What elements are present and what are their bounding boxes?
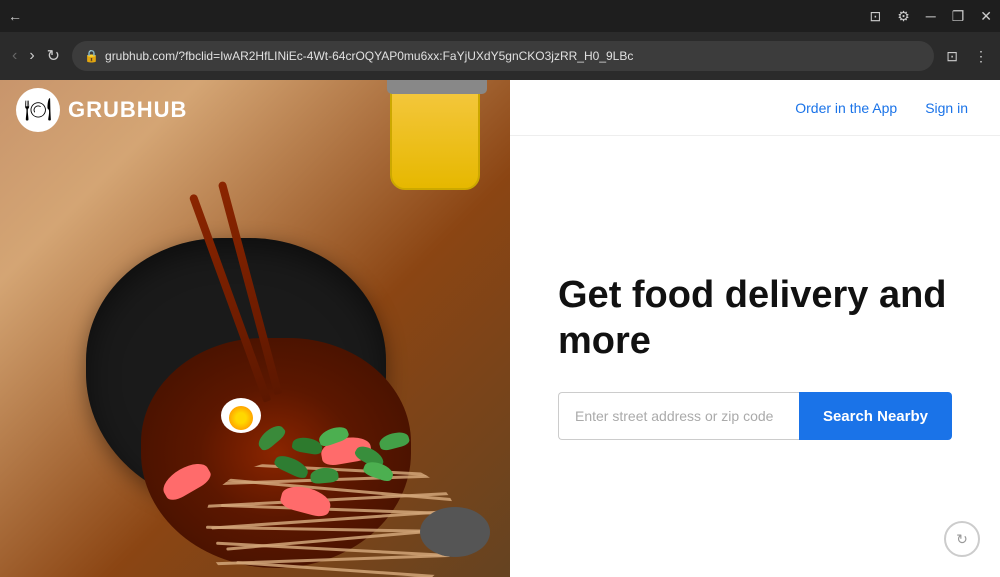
grubhub-logo-icon: 🍽: [16, 88, 60, 132]
main-content: 🍽 GRUBHUB Order in the App Sign in Get f…: [0, 80, 1000, 577]
refresh-button[interactable]: ↻: [43, 42, 64, 70]
cilantro: [241, 428, 421, 528]
scroll-hint[interactable]: ↻: [944, 521, 980, 557]
hero-title: Get food delivery and more: [558, 273, 952, 364]
sign-in-link[interactable]: Sign in: [925, 100, 968, 116]
top-nav: Order in the App Sign in: [510, 80, 1000, 136]
search-row: Search Nearby: [558, 392, 952, 440]
search-nearby-button[interactable]: Search Nearby: [799, 392, 952, 440]
egg-yolk: [229, 406, 253, 430]
titlebar-left: ←: [8, 8, 22, 24]
browser-address-bar[interactable]: 🔒 grubhub.com/?fbclid=IwAR2HfLINiEc-4Wt-…: [72, 41, 934, 71]
minimize-button[interactable]: ─: [926, 8, 936, 24]
forward-button[interactable]: ›: [25, 43, 38, 69]
address-input[interactable]: [558, 392, 799, 440]
lock-icon: 🔒: [84, 49, 99, 63]
cup-lid: [387, 80, 487, 94]
more-button[interactable]: ⋮: [970, 44, 992, 69]
bowl-container: [46, 158, 426, 538]
browser-extras: ⊡ ⋮: [942, 44, 992, 69]
url-text: grubhub.com/?fbclid=IwAR2HfLINiEc-4Wt-64…: [105, 49, 922, 63]
food-image-panel: [0, 80, 510, 577]
logo-area: 🍽 GRUBHUB: [0, 80, 203, 140]
food-background: [0, 80, 510, 577]
bowl-outer: [86, 238, 386, 508]
order-app-link[interactable]: Order in the App: [795, 100, 897, 116]
os-titlebar: ← ⊡ ⚙ ─ ❐ ✕: [0, 0, 1000, 32]
os-back-icon[interactable]: ←: [8, 8, 22, 24]
scroll-hint-icon: ↻: [956, 531, 968, 548]
maximize-button[interactable]: ❐: [952, 8, 965, 25]
cast-icon[interactable]: ⊡: [942, 44, 962, 69]
nav-buttons: ‹ › ↻: [8, 42, 64, 70]
sauce-dish: [420, 507, 490, 557]
titlebar-right: ⊡ ⚙ ─ ❐ ✕: [869, 8, 992, 25]
back-button[interactable]: ‹: [8, 43, 21, 69]
browser-chrome: ‹ › ↻ 🔒 grubhub.com/?fbclid=IwAR2HfLINiE…: [0, 32, 1000, 80]
monitor-icon[interactable]: ⊡: [869, 8, 881, 25]
settings-icon[interactable]: ⚙: [897, 8, 910, 25]
right-panel: Order in the App Sign in Get food delive…: [510, 80, 1000, 577]
hero-section: Get food delivery and more Search Nearby: [510, 136, 1000, 577]
grubhub-logo-text: GRUBHUB: [68, 97, 187, 123]
close-button[interactable]: ✕: [980, 8, 992, 25]
